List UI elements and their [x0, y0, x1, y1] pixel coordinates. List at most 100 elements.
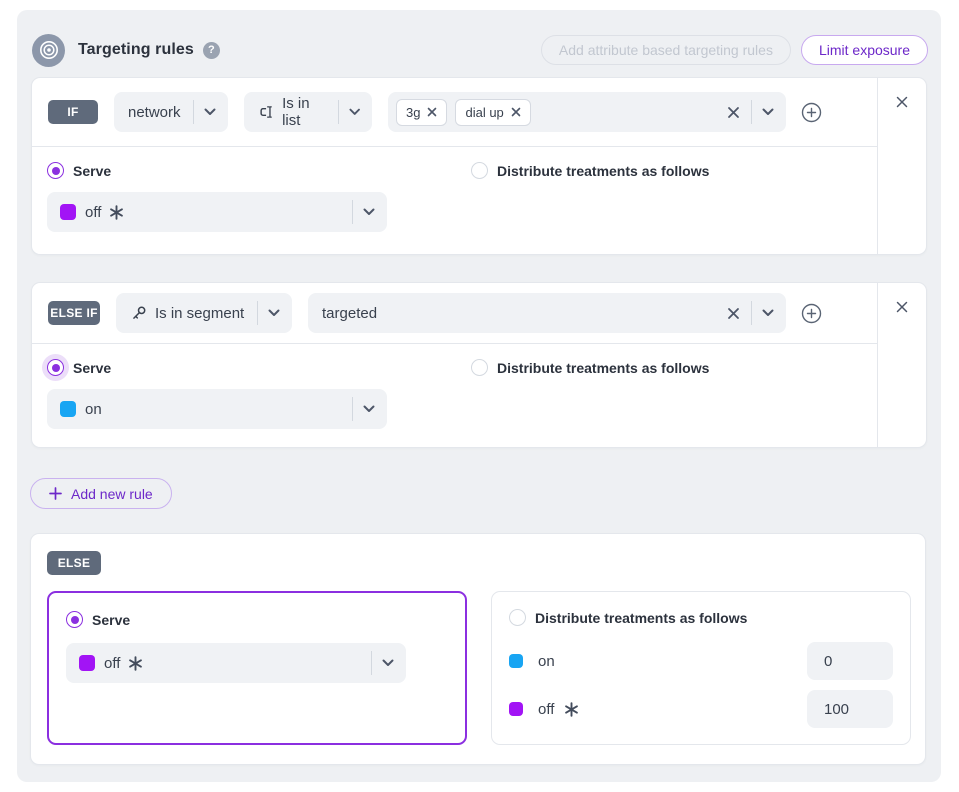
attribute-select[interactable]: network: [114, 92, 228, 132]
rule1-aside: [877, 78, 926, 254]
string-type-icon: [258, 103, 275, 121]
chevron-down-icon: [204, 108, 216, 116]
header: Targeting rules ? Add attribute based ta…: [32, 27, 928, 73]
serve-label: Serve: [92, 612, 130, 628]
add-new-rule-label: Add new rule: [71, 486, 153, 502]
distribute-option[interactable]: Distribute treatments as follows: [471, 359, 709, 376]
rule2-condition-row: ELSE IF Is in segment targeted: [32, 283, 877, 344]
list-values-input[interactable]: 3g dial up: [388, 92, 786, 132]
treatment-name: off: [85, 204, 101, 221]
percentage-input[interactable]: 100: [807, 690, 893, 728]
chevron-down-icon: [349, 108, 360, 116]
treatment-select[interactable]: off: [47, 192, 387, 232]
else-card: ELSE Serve off: [30, 533, 926, 765]
serve-radio[interactable]: [47, 359, 64, 376]
rule-card-if: IF network Is in list: [31, 77, 927, 255]
matcher-select[interactable]: Is in list: [244, 92, 372, 132]
chevron-down-icon: [363, 208, 375, 216]
else-serve-panel[interactable]: Serve off: [47, 591, 467, 745]
treatment-name: on: [85, 401, 102, 418]
attribute-select-value: network: [128, 104, 181, 121]
rule2-serve-section: Serve Distribute treatments as follows o…: [32, 344, 877, 429]
clear-segment-icon[interactable]: [727, 307, 740, 320]
rule1-serve-section: Serve Distribute treatments as follows o…: [32, 147, 877, 232]
add-attribute-rules-button[interactable]: Add attribute based targeting rules: [541, 35, 791, 65]
distribute-label: Distribute treatments as follows: [497, 360, 709, 376]
chevron-down-icon: [382, 659, 394, 667]
treatment-name: on: [538, 653, 555, 670]
chip-label: 3g: [406, 105, 420, 120]
targeting-rules-panel: Targeting rules ? Add attribute based ta…: [17, 10, 941, 782]
page-title: Targeting rules: [78, 41, 194, 59]
segment-select-value: targeted: [322, 305, 377, 322]
distribute-label: Distribute treatments as follows: [535, 610, 747, 626]
chip-label: dial up: [465, 105, 503, 120]
delete-rule-icon[interactable]: [892, 297, 912, 317]
value-chip: dial up: [455, 99, 530, 126]
distribute-option[interactable]: Distribute treatments as follows: [509, 609, 893, 626]
distribution-row: off 100: [509, 690, 893, 728]
chevron-down-icon: [268, 309, 280, 317]
distribution-row: on 0: [509, 642, 893, 680]
default-treatment-icon: [564, 702, 579, 717]
serve-option[interactable]: Serve: [66, 611, 448, 628]
else-distribute-panel[interactable]: Distribute treatments as follows on 0 of…: [491, 591, 911, 745]
matcher-select-value: Is in segment: [155, 305, 244, 322]
else-if-badge: ELSE IF: [48, 301, 100, 325]
divider: [352, 200, 353, 224]
distribute-radio[interactable]: [471, 359, 488, 376]
divider: [371, 651, 372, 675]
divider: [352, 397, 353, 421]
rule2-aside: [877, 283, 926, 447]
serve-label: Serve: [73, 360, 111, 376]
value-chip: 3g: [396, 99, 447, 126]
treatment-color-swatch: [509, 702, 523, 716]
delete-rule-icon[interactable]: [892, 92, 912, 112]
targeting-rules-page: Targeting rules ? Add attribute based ta…: [0, 0, 959, 792]
chevron-down-icon[interactable]: [762, 108, 774, 116]
remove-chip-icon[interactable]: [427, 107, 437, 117]
matcher-select-value: Is in list: [282, 95, 330, 129]
segment-select[interactable]: targeted: [308, 293, 786, 333]
else-badge-wrap: ELSE: [47, 551, 101, 575]
treatment-color-swatch: [509, 654, 523, 668]
serve-radio[interactable]: [47, 162, 64, 179]
serve-radio[interactable]: [66, 611, 83, 628]
plus-icon: [49, 487, 62, 500]
segment-key-icon: [130, 304, 148, 322]
default-treatment-icon: [128, 656, 143, 671]
if-badge: IF: [48, 100, 98, 124]
distribute-option[interactable]: Distribute treatments as follows: [471, 162, 709, 179]
add-new-rule-button[interactable]: Add new rule: [30, 478, 172, 509]
limit-exposure-button[interactable]: Limit exposure: [801, 35, 928, 65]
rule2-main: ELSE IF Is in segment targeted: [32, 283, 877, 447]
add-condition-icon[interactable]: [801, 102, 822, 123]
rule1-condition-row: IF network Is in list: [32, 78, 877, 147]
distribute-radio[interactable]: [471, 162, 488, 179]
divider: [338, 100, 339, 124]
treatment-color-swatch: [79, 655, 95, 671]
treatment-name: off: [538, 701, 554, 718]
divider: [751, 100, 752, 124]
divider: [257, 301, 258, 325]
remove-chip-icon[interactable]: [511, 107, 521, 117]
treatment-color-swatch: [60, 401, 76, 417]
help-icon[interactable]: ?: [203, 42, 220, 59]
chevron-down-icon: [762, 309, 774, 317]
targeting-rules-icon: [32, 34, 65, 67]
serve-label: Serve: [73, 163, 111, 179]
distribute-radio[interactable]: [509, 609, 526, 626]
treatment-select[interactable]: off: [66, 643, 406, 683]
serve-option[interactable]: Serve: [47, 359, 471, 376]
percentage-input[interactable]: 0: [807, 642, 893, 680]
serve-option[interactable]: Serve: [47, 162, 471, 179]
clear-values-icon[interactable]: [727, 106, 740, 119]
chevron-down-icon: [363, 405, 375, 413]
rule2-serve-options: Serve Distribute treatments as follows: [47, 359, 862, 376]
treatment-color-swatch: [60, 204, 76, 220]
divider: [751, 301, 752, 325]
add-condition-icon[interactable]: [801, 303, 822, 324]
else-badge: ELSE: [47, 551, 101, 575]
matcher-select[interactable]: Is in segment: [116, 293, 292, 333]
treatment-select[interactable]: on: [47, 389, 387, 429]
